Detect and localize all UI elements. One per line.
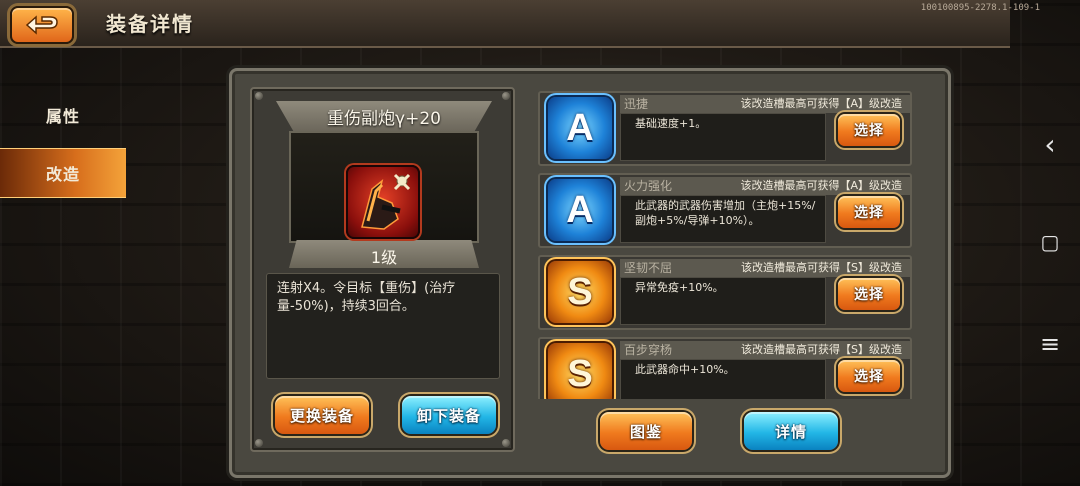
replace-equipment-button[interactable]: 更换装备 — [275, 396, 369, 434]
mod-slot: A 火力强化 该改造槽最高可获得【A】级改造 此武器的武器伤害增加（主炮+15%… — [538, 173, 912, 248]
select-button[interactable]: 选择 — [838, 278, 900, 310]
select-button[interactable]: 选择 — [838, 360, 900, 392]
slot-list[interactable]: A 迅捷 该改造槽最高可获得【A】级改造 基础速度+1。 选择 A 火力强化 该… — [530, 87, 926, 399]
slot-effect: 基础速度+1。 — [620, 113, 826, 161]
equipment-name: 重伤副炮γ+20 — [276, 101, 492, 131]
grade-a-icon: A — [548, 97, 612, 159]
slot-effect: 异常免疫+10%。 — [620, 277, 826, 325]
select-label: 选择 — [854, 205, 884, 221]
grade-s-icon: S — [548, 343, 612, 399]
slot-effect: 此武器的武器伤害增加（主炮+15%/副炮+5%/导弹+10%）。 — [620, 195, 826, 243]
page-title: 装备详情 — [106, 12, 194, 36]
slot-hint: 该改造槽最高可获得【A】级改造 — [740, 179, 902, 192]
mod-slot: A 迅捷 该改造槽最高可获得【A】级改造 基础速度+1。 选择 — [538, 91, 912, 166]
rivet — [502, 92, 510, 100]
tab-modify[interactable]: 改造 — [0, 148, 126, 198]
mod-slot: S 百步穿杨 该改造槽最高可获得【S】级改造 此武器命中+10%。 选择 — [538, 337, 912, 399]
tab-attributes[interactable]: 属性 — [0, 91, 126, 139]
system-home-icon[interactable]: ▢ — [1040, 230, 1060, 254]
version-label: 100100895-2278.1-109-1 — [920, 3, 1040, 13]
tab-modify-label: 改造 — [45, 165, 80, 184]
tab-attributes-label: 属性 — [45, 107, 80, 126]
top-bar: 装备详情 — [0, 0, 1010, 48]
select-label: 选择 — [854, 287, 884, 303]
grade-a-icon: A — [548, 179, 612, 241]
codex-label: 图鉴 — [629, 422, 662, 441]
select-button[interactable]: 选择 — [838, 196, 900, 228]
codex-button[interactable]: 图鉴 — [600, 412, 692, 450]
grade-s-icon: S — [548, 261, 612, 323]
replace-equipment-label: 更换装备 — [289, 406, 354, 425]
rivet — [255, 92, 263, 100]
cannon-icon[interactable] — [346, 165, 420, 239]
select-label: 选择 — [854, 369, 884, 385]
details-button[interactable]: 详情 — [744, 412, 838, 450]
equipment-description: 连射X4。令目标【重伤】(治疗量-50%)，持续3回合。 — [266, 273, 500, 379]
equipment-level: 1级 — [289, 240, 479, 268]
mod-slot: S 坚韧不屈 该改造槽最高可获得【S】级改造 异常免疫+10%。 选择 — [538, 255, 912, 330]
unequip-button[interactable]: 卸下装备 — [402, 396, 496, 434]
slot-hint: 该改造槽最高可获得【S】级改造 — [741, 343, 902, 356]
details-label: 详情 — [774, 422, 807, 441]
system-menu-icon[interactable]: ≡ — [1040, 330, 1060, 358]
slot-effect: 此武器命中+10%。 — [620, 359, 826, 399]
select-label: 选择 — [854, 123, 884, 139]
weapon-art-icon — [361, 173, 411, 230]
select-button[interactable]: 选择 — [838, 114, 900, 146]
slot-hint: 该改造槽最高可获得【S】级改造 — [741, 261, 902, 274]
back-button[interactable] — [10, 6, 74, 44]
unequip-label: 卸下装备 — [416, 406, 481, 425]
back-arrow-icon — [25, 15, 58, 35]
system-back-icon[interactable]: ‹ — [1040, 128, 1060, 161]
slot-hint: 该改造槽最高可获得【A】级改造 — [740, 97, 902, 110]
rivet — [255, 439, 263, 447]
rivet — [502, 439, 510, 447]
